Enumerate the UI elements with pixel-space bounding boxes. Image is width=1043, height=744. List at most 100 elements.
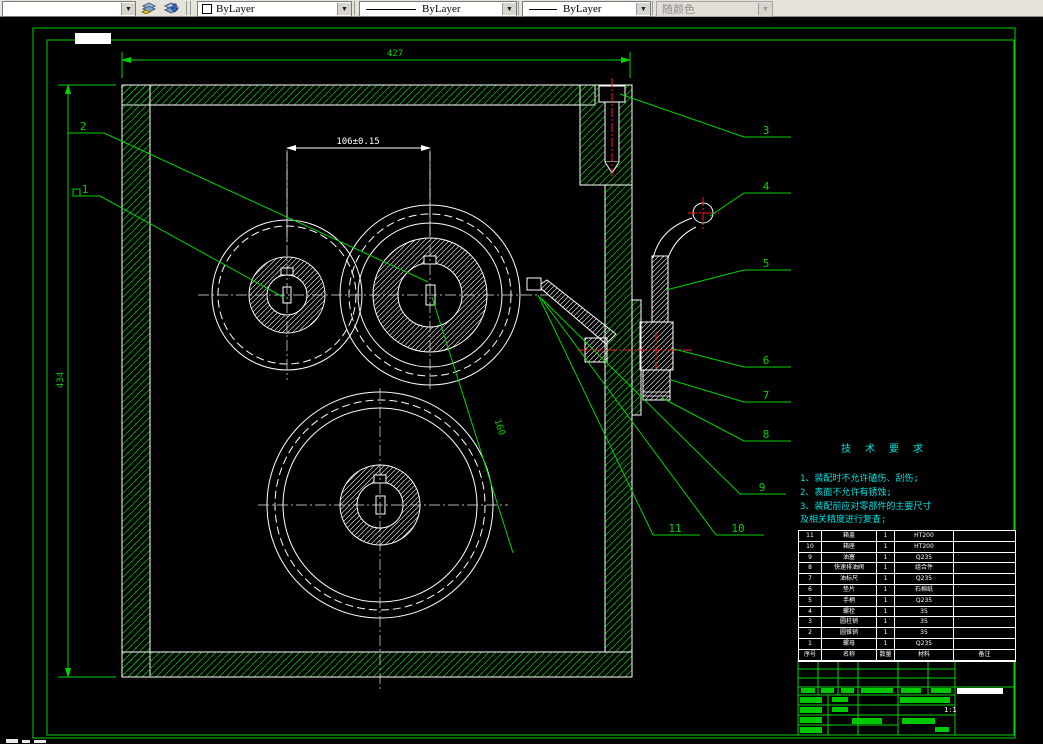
part-no: 3 bbox=[799, 617, 822, 629]
part-material: 组合件 bbox=[895, 563, 954, 575]
dim-center-distance: 106±0.15 bbox=[336, 137, 379, 147]
tech-req-line: 2、表面不允许有锈蚀; bbox=[800, 486, 892, 498]
part-qty: 1 bbox=[877, 628, 895, 639]
callout-number: 2 bbox=[80, 120, 87, 133]
part-remark bbox=[954, 639, 1015, 650]
toolbar-separator bbox=[190, 1, 191, 15]
tech-req-line: 3、装配前应对零部件的主要尺寸 bbox=[800, 500, 931, 512]
part-material: HT200 bbox=[895, 531, 954, 542]
callout-1-marker bbox=[72, 188, 81, 197]
part-material: 35 bbox=[895, 617, 954, 629]
part-material: Q235 bbox=[895, 574, 954, 585]
color-combo-value: ByLayer bbox=[216, 3, 255, 15]
toolbar-separator bbox=[354, 1, 355, 15]
part-remark bbox=[954, 607, 1015, 618]
plotstyle-combo: 随颜色 ▼ bbox=[656, 1, 773, 17]
parts-list: 11 箱盖 1 HT200 10 箱座 1 HT200 9 油塞 1 Q235 8 快速排油阀 1 组合件 7 油… bbox=[798, 530, 1016, 662]
linetype-line-icon bbox=[366, 8, 416, 10]
callout-number: 5 bbox=[763, 257, 770, 270]
part-qty: 1 bbox=[877, 563, 895, 575]
layer-properties-button[interactable] bbox=[139, 1, 159, 15]
part-name: 箱盖 bbox=[822, 531, 877, 542]
part-no: 9 bbox=[799, 552, 822, 564]
housing-section bbox=[121, 84, 642, 678]
dim-slant-label: 160 bbox=[492, 418, 507, 437]
linetype-combo[interactable]: ByLayer ▼ bbox=[359, 1, 517, 17]
part-no: 2 bbox=[799, 628, 822, 639]
part-name: 圆锥销 bbox=[822, 628, 877, 639]
callout-number: 1 bbox=[82, 183, 89, 196]
toolbar-separator bbox=[652, 1, 653, 15]
part-no: 7 bbox=[799, 574, 822, 585]
application-window: ▼ ByLayer ▼ ByLayer ▼ ByLayer ▼ 随颜色 ▼ 42… bbox=[0, 0, 1043, 744]
callout-number: 10 bbox=[731, 522, 744, 535]
part-material: Q235 bbox=[895, 595, 954, 607]
color-combo[interactable]: ByLayer ▼ bbox=[197, 1, 352, 17]
part-no: 6 bbox=[799, 584, 822, 596]
dipstick bbox=[526, 277, 617, 345]
handle-lever bbox=[652, 217, 693, 259]
part-name: 手柄 bbox=[822, 595, 877, 607]
lineweight-combo-value: ByLayer bbox=[563, 3, 602, 15]
dimension-slant: 160 bbox=[431, 296, 514, 554]
callout-number: 3 bbox=[763, 124, 770, 137]
part-name: 垫片 bbox=[822, 584, 877, 596]
parts-header-cell: 名称 bbox=[822, 649, 877, 661]
part-no: 5 bbox=[799, 595, 822, 607]
part-no: 4 bbox=[799, 606, 822, 618]
part-material: Q235 bbox=[895, 638, 954, 650]
part-qty: 1 bbox=[877, 617, 895, 629]
layer-states-button[interactable] bbox=[161, 1, 181, 15]
dimension-left: 434 bbox=[56, 84, 116, 678]
part-qty: 1 bbox=[877, 638, 895, 650]
parts-header-cell: 材料 bbox=[895, 649, 954, 661]
part-remark bbox=[954, 596, 1015, 607]
layer-combo[interactable]: ▼ bbox=[2, 1, 136, 17]
tech-req-title: 技 术 要 求 bbox=[841, 442, 927, 455]
plotstyle-combo-value: 随颜色 bbox=[662, 4, 695, 16]
tech-req-line: 1、装配时不允许磕伤、刮伤; bbox=[800, 472, 919, 484]
part-remark bbox=[954, 542, 1015, 553]
toolbar: ▼ ByLayer ▼ ByLayer ▼ ByLayer ▼ 随颜色 ▼ bbox=[0, 0, 1043, 17]
title-block-scale: 1:1 bbox=[944, 706, 957, 714]
lineweight-combo[interactable]: ByLayer ▼ bbox=[522, 1, 651, 17]
part-material: Q235 bbox=[895, 552, 954, 564]
part-qty: 1 bbox=[877, 606, 895, 618]
viewport-label-box bbox=[75, 33, 111, 44]
linetype-combo-value: ByLayer bbox=[422, 3, 461, 15]
dimension-top: 427 bbox=[121, 49, 631, 78]
parts-header-cell: 数量 bbox=[877, 649, 895, 661]
part-qty: 1 bbox=[877, 574, 895, 585]
callout-number: 11 bbox=[668, 522, 681, 535]
part-no: 10 bbox=[799, 541, 822, 553]
chevron-down-icon[interactable]: ▼ bbox=[121, 3, 135, 15]
parts-header-cell: 序号 bbox=[799, 649, 822, 661]
part-remark bbox=[954, 574, 1015, 585]
chevron-down-icon[interactable]: ▼ bbox=[337, 3, 351, 15]
part-remark bbox=[954, 617, 1015, 629]
part-qty: 1 bbox=[877, 584, 895, 596]
tech-req-line: 及相关精度进行复查; bbox=[800, 513, 886, 525]
part-remark bbox=[954, 553, 1015, 564]
chevron-down-icon[interactable]: ▼ bbox=[636, 3, 650, 15]
callout-number: 9 bbox=[759, 481, 766, 494]
part-no: 8 bbox=[799, 563, 822, 575]
dim-top-width: 427 bbox=[387, 49, 403, 59]
chevron-down-icon: ▼ bbox=[758, 3, 772, 15]
part-name: 箱座 bbox=[822, 541, 877, 553]
color-swatch-icon bbox=[202, 4, 212, 14]
part-qty: 1 bbox=[877, 531, 895, 542]
part-qty: 1 bbox=[877, 552, 895, 564]
part-name: 快速排油阀 bbox=[822, 563, 877, 575]
part-qty: 1 bbox=[877, 595, 895, 607]
part-qty: 1 bbox=[877, 541, 895, 553]
part-name: 圆柱销 bbox=[822, 617, 877, 629]
lineweight-line-icon bbox=[529, 8, 557, 10]
part-no: 1 bbox=[799, 638, 822, 650]
part-name: 油标尺 bbox=[822, 574, 877, 585]
part-name: 螺栓 bbox=[822, 606, 877, 618]
toolbar-separator bbox=[186, 1, 187, 15]
part-remark bbox=[954, 628, 1015, 639]
part-remark bbox=[954, 585, 1015, 596]
chevron-down-icon[interactable]: ▼ bbox=[502, 3, 516, 15]
